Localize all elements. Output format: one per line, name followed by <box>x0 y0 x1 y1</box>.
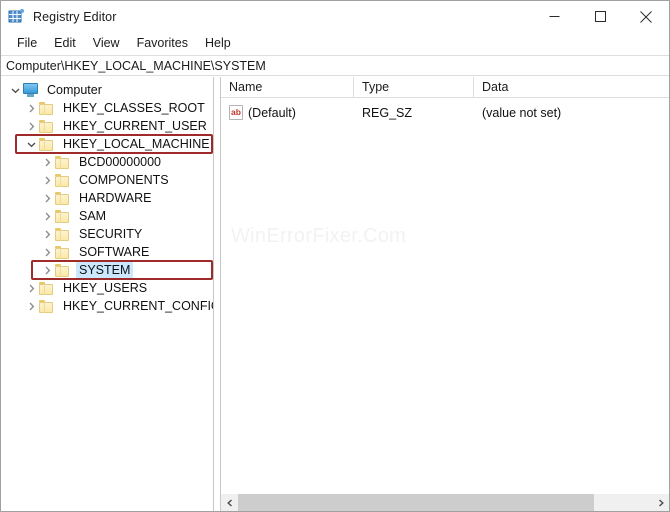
tree-item-label: HKEY_CURRENT_CONFIG <box>63 299 213 313</box>
folder-icon <box>39 280 55 296</box>
tree-item-label: COMPONENTS <box>79 173 169 187</box>
chevron-right-icon[interactable] <box>39 225 55 243</box>
chevron-right-icon[interactable] <box>39 153 55 171</box>
scrollbar-track[interactable] <box>238 494 652 511</box>
folder-icon <box>39 100 55 116</box>
tree-item-hkey-current-user[interactable]: HKEY_CURRENT_USER <box>1 117 213 135</box>
folder-icon <box>55 172 71 188</box>
tree-item-hkey-classes-root[interactable]: HKEY_CLASSES_ROOT <box>1 99 213 117</box>
column-header-data[interactable]: Data <box>474 77 669 97</box>
chevron-right-icon[interactable] <box>39 207 55 225</box>
folder-icon <box>39 118 55 134</box>
cell-name: (Default) <box>221 103 354 123</box>
tree-item-label: SAM <box>79 209 107 223</box>
column-header-type[interactable]: Type <box>354 77 474 97</box>
address-bar[interactable]: Computer\HKEY_LOCAL_MACHINE\SYSTEM <box>1 55 669 76</box>
folder-icon <box>55 244 71 260</box>
tree-item-label: BCD00000000 <box>79 155 162 169</box>
chevron-right-icon[interactable] <box>39 171 55 189</box>
folder-icon <box>55 208 71 224</box>
tree-item-label: SYSTEM <box>76 261 134 279</box>
tree-item-label: HARDWARE <box>79 191 152 205</box>
chevron-right-icon[interactable] <box>23 117 39 135</box>
tree-item-label: Computer <box>47 83 102 97</box>
chevron-right-icon[interactable] <box>39 243 55 261</box>
tree-item-label: HKEY_USERS <box>63 281 148 295</box>
minimize-button[interactable] <box>531 1 577 32</box>
tree-item-software[interactable]: SOFTWARE <box>1 243 213 261</box>
chevron-right-icon[interactable] <box>23 297 39 315</box>
chevron-right-icon[interactable] <box>39 189 55 207</box>
tree-item-hkey-users[interactable]: HKEY_USERS <box>1 279 213 297</box>
menu-bar: File Edit View Favorites Help <box>1 32 669 55</box>
string-value-icon <box>229 105 243 120</box>
folder-icon <box>55 154 71 170</box>
tree-item-components[interactable]: COMPONENTS <box>1 171 213 189</box>
window-controls <box>531 1 669 32</box>
folder-icon <box>39 298 55 314</box>
address-path: Computer\HKEY_LOCAL_MACHINE\SYSTEM <box>6 58 266 73</box>
maximize-button[interactable] <box>577 1 623 32</box>
folder-icon <box>55 226 71 242</box>
tree-item-label: HKEY_CURRENT_USER <box>63 119 207 133</box>
values-list-header: Name Type Data <box>221 77 669 98</box>
menu-item-favorites[interactable]: Favorites <box>129 34 197 53</box>
registry-tree: Computer HKEY_CLASSES_ROOT HKEY_CURRENT_US… <box>1 77 213 315</box>
tree-item-label: SECURITY <box>79 227 143 241</box>
chevron-right-icon[interactable] <box>23 279 39 297</box>
registry-tree-pane: Computer HKEY_CLASSES_ROOT HKEY_CURRENT_US… <box>1 77 213 511</box>
table-row[interactable]: (Default) REG_SZ (value not set) <box>221 102 669 123</box>
tree-item-security[interactable]: SECURITY <box>1 225 213 243</box>
content-area: Computer HKEY_CLASSES_ROOT HKEY_CURRENT_US… <box>1 77 669 511</box>
menu-item-file[interactable]: File <box>9 34 46 53</box>
tree-item-label: HKEY_LOCAL_MACHINE <box>63 137 210 151</box>
tree-item-system[interactable]: SYSTEM <box>1 261 213 279</box>
tree-item-label: HKEY_CLASSES_ROOT <box>63 101 205 115</box>
tree-item-hkey-current-config[interactable]: HKEY_CURRENT_CONFIG <box>1 297 213 315</box>
tree-item-sam[interactable]: SAM <box>1 207 213 225</box>
pane-splitter[interactable] <box>213 77 221 511</box>
registry-editor-window: Registry Editor File Edit View Favorites… <box>0 0 670 512</box>
watermark-text: WinErrorFixer.Com <box>231 225 407 247</box>
scrollbar-thumb[interactable] <box>238 494 595 511</box>
close-button[interactable] <box>623 1 669 32</box>
tree-item-computer[interactable]: Computer <box>1 81 213 99</box>
values-list-pane: Name Type Data (Default) REG_SZ (value n… <box>221 77 669 511</box>
menu-item-view[interactable]: View <box>85 34 129 53</box>
tree-item-bcd00000000[interactable]: BCD00000000 <box>1 153 213 171</box>
folder-icon <box>55 262 71 278</box>
computer-icon <box>23 82 39 98</box>
cell-type: REG_SZ <box>362 105 413 120</box>
tree-item-hardware[interactable]: HARDWARE <box>1 189 213 207</box>
chevron-left-icon[interactable] <box>221 494 238 511</box>
column-header-name[interactable]: Name <box>221 77 354 97</box>
menu-item-edit[interactable]: Edit <box>46 34 85 53</box>
registry-editor-icon <box>8 8 25 25</box>
cell-data: (value not set) <box>482 105 562 120</box>
title-bar: Registry Editor <box>1 1 669 32</box>
tree-item-label: SOFTWARE <box>79 245 150 259</box>
horizontal-scrollbar[interactable] <box>221 494 669 511</box>
window-title: Registry Editor <box>33 9 117 24</box>
chevron-right-icon[interactable] <box>23 99 39 117</box>
chevron-down-icon[interactable] <box>7 81 23 99</box>
menu-item-help[interactable]: Help <box>197 34 240 53</box>
tree-item-hkey-local-machine[interactable]: HKEY_LOCAL_MACHINE <box>1 135 213 153</box>
chevron-right-icon[interactable] <box>39 261 55 279</box>
value-name: (Default) <box>248 105 296 120</box>
chevron-right-icon[interactable] <box>652 494 669 511</box>
folder-icon <box>55 190 71 206</box>
chevron-down-icon[interactable] <box>23 135 39 153</box>
folder-icon <box>39 136 55 152</box>
